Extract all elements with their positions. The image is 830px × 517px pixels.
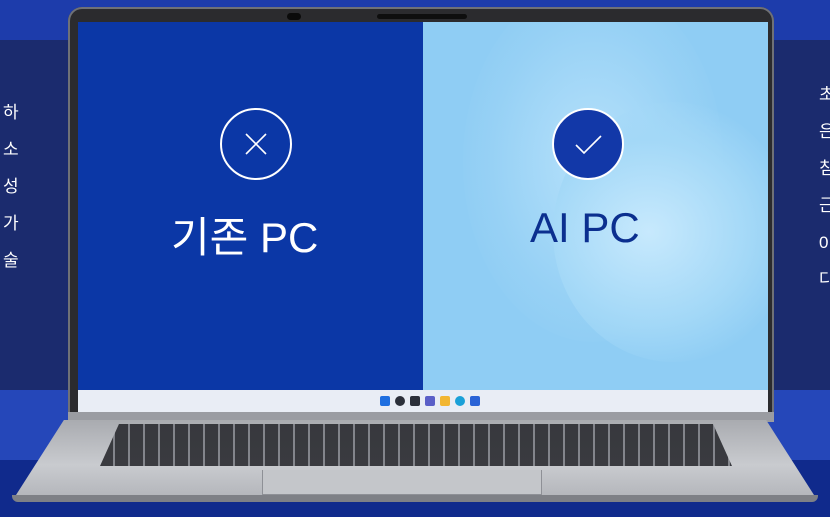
right-text-line: 0 xyxy=(819,233,829,252)
taskbar xyxy=(78,390,768,412)
right-text-line: 초 xyxy=(819,85,830,104)
keyboard xyxy=(100,424,732,466)
laptop-screen: 기존 PC AI PC xyxy=(78,22,768,412)
task-view-icon[interactable] xyxy=(410,396,420,406)
ai-pc-label: AI PC xyxy=(530,204,640,251)
right-text-line: 근 xyxy=(819,196,830,215)
search-icon[interactable] xyxy=(395,396,405,406)
right-text-line: 은 xyxy=(819,122,830,141)
webcam-icon xyxy=(287,13,301,20)
laptop-front-edge xyxy=(12,495,818,502)
taskbar-icons xyxy=(380,396,480,406)
legacy-pc-label: 기존 PC xyxy=(171,214,319,261)
chat-icon[interactable] xyxy=(425,396,435,406)
left-text-line: 가 xyxy=(3,214,19,233)
right-side-text: 초 은 침 근 0 다 xyxy=(819,76,830,298)
x-circle-icon xyxy=(220,108,292,180)
sensor-bar xyxy=(377,14,467,19)
edge-browser-icon[interactable] xyxy=(455,396,465,406)
file-explorer-icon[interactable] xyxy=(440,396,450,406)
left-text-line: 소 xyxy=(3,140,19,159)
right-text-line: 침 xyxy=(819,159,830,178)
left-text-line: 하 xyxy=(3,103,19,122)
store-icon[interactable] xyxy=(470,396,480,406)
left-text-line: 성 xyxy=(3,177,19,196)
left-text-line: 술 xyxy=(3,251,19,270)
windows-start-icon[interactable] xyxy=(380,396,390,406)
check-circle-icon xyxy=(552,108,624,180)
right-text-line: 다 xyxy=(819,270,830,289)
trackpad xyxy=(262,470,542,495)
left-side-text: 하 소 성 가 술 xyxy=(3,94,19,279)
